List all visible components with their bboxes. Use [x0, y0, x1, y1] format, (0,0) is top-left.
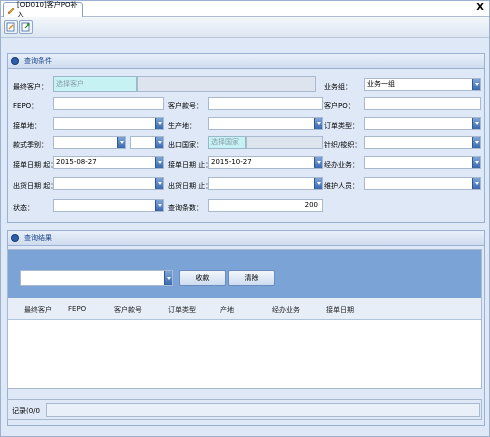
handler-label: 经办业务：: [324, 161, 359, 169]
final-customer-input[interactable]: 选择客户: [53, 76, 137, 92]
query-panel: 查询条件 最终客户： 选择客户 业务组： 业务一组 FEPO： 客户款号： 客户…: [7, 53, 485, 223]
collect-button[interactable]: 收款: [179, 270, 226, 286]
customer-sku-label: 客户款号：: [168, 102, 203, 110]
query-panel-header: 查询条件: [8, 54, 484, 69]
chevron-down-icon[interactable]: [155, 137, 163, 148]
maintainer-select[interactable]: [364, 177, 481, 190]
result-panel-title: 查询结果: [24, 234, 52, 242]
clear-button[interactable]: 清除: [228, 270, 275, 286]
chevron-down-icon[interactable]: [472, 178, 480, 189]
status-select[interactable]: [53, 199, 164, 212]
business-group-value: 业务一组: [367, 80, 395, 88]
fepo-input[interactable]: [53, 97, 164, 110]
panel-bullet-icon: [11, 57, 19, 65]
style-type-select[interactable]: [53, 136, 126, 149]
column-header[interactable]: 客户款号: [114, 305, 142, 315]
export-icon[interactable]: [19, 20, 33, 34]
business-group-label: 业务组：: [324, 83, 352, 91]
order-date-from-value: 2015-08-27: [56, 158, 97, 166]
chevron-down-icon[interactable]: [155, 118, 163, 129]
business-group-select[interactable]: 业务一组: [364, 78, 481, 91]
ship-date-to-label: 出货日期 止：: [168, 182, 213, 190]
order-place-label: 接单地：: [13, 122, 41, 130]
query-count-label: 查询条数：: [168, 204, 203, 212]
result-grid: 收款 清除 最终客户 FEPO 客户款号 订单类型 产地 经办业务 接单日期: [7, 249, 482, 389]
chevron-down-icon[interactable]: [155, 200, 163, 211]
column-header[interactable]: FEPO: [68, 305, 86, 313]
order-type-select[interactable]: [364, 117, 481, 130]
query-count-input[interactable]: 200: [208, 199, 323, 212]
order-date-from-label: 接单日期 起：: [13, 161, 58, 169]
order-date-from-input[interactable]: 2015-08-27: [53, 156, 164, 169]
order-type-label: 订单类型：: [324, 122, 359, 130]
chevron-down-icon[interactable]: [472, 137, 480, 148]
export-country-input[interactable]: 选择国家: [208, 136, 246, 149]
column-header[interactable]: 经办业务: [272, 305, 300, 315]
chevron-down-icon[interactable]: [472, 118, 480, 129]
chevron-down-icon[interactable]: [472, 157, 480, 168]
customer-po-label: 客户PO：: [324, 102, 355, 110]
export-country-display: [246, 136, 323, 149]
column-header[interactable]: 最终客户: [24, 305, 52, 315]
ship-date-to-input[interactable]: [208, 177, 323, 190]
order-place-select[interactable]: [53, 117, 164, 130]
column-header[interactable]: 产地: [220, 305, 234, 315]
style-type-label: 款式季别：: [13, 141, 48, 149]
chevron-down-icon[interactable]: [117, 137, 125, 148]
calendar-dropdown-icon[interactable]: [155, 157, 163, 168]
tab-bar: [OD010]客户PO补入 X: [1, 1, 489, 19]
horizontal-scrollbar[interactable]: [46, 403, 480, 417]
toolbar: [1, 17, 489, 38]
order-date-to-input[interactable]: 2015-10-27: [208, 156, 323, 169]
customer-sku-input[interactable]: [208, 97, 323, 110]
export-country-label: 出口国家：: [168, 141, 203, 149]
chevron-down-icon[interactable]: [164, 271, 172, 285]
customer-po-input[interactable]: [364, 97, 481, 110]
maintainer-label: 维护人员：: [324, 182, 359, 190]
knit-woven-label: 针织/梭织：: [324, 141, 362, 149]
production-place-label: 生产地：: [168, 122, 196, 130]
column-header[interactable]: 接单日期: [326, 305, 354, 315]
order-date-to-value: 2015-10-27: [211, 158, 252, 166]
grid-search-bar: 收款 清除: [8, 250, 481, 298]
window: [OD010]客户PO补入 X 查询条件 最终客户： 选择客户 业务组： 业务一…: [0, 0, 490, 437]
status-label: 状态：: [13, 204, 34, 212]
ship-date-from-label: 出货日期 起：: [13, 182, 58, 190]
chevron-down-icon[interactable]: [472, 79, 480, 90]
final-customer-label: 最终客户：: [13, 83, 48, 91]
grid-footer: 记录(0/0: [7, 399, 482, 420]
panel-bullet-icon: [11, 234, 19, 242]
production-place-select[interactable]: [208, 117, 323, 130]
tab-od010[interactable]: [OD010]客户PO补入: [3, 1, 83, 19]
edit-icon[interactable]: [4, 20, 18, 34]
calendar-dropdown-icon[interactable]: [314, 178, 322, 189]
calendar-dropdown-icon[interactable]: [155, 178, 163, 189]
document-icon: [7, 6, 15, 15]
ship-date-from-input[interactable]: [53, 177, 164, 190]
style-season-select[interactable]: [130, 136, 164, 149]
grid-filter-select[interactable]: [20, 270, 173, 286]
calendar-dropdown-icon[interactable]: [314, 157, 322, 168]
order-date-to-label: 接单日期 止：: [168, 161, 213, 169]
grid-header: 最终客户 FEPO 客户款号 订单类型 产地 经办业务 接单日期: [8, 298, 481, 320]
result-panel-header: 查询结果: [8, 231, 484, 246]
column-header[interactable]: 订单类型: [168, 305, 196, 315]
query-panel-title: 查询条件: [24, 57, 52, 65]
chevron-down-icon[interactable]: [314, 118, 322, 129]
fepo-label: FEPO：: [13, 102, 39, 110]
knit-woven-select[interactable]: [364, 136, 481, 149]
close-icon[interactable]: X: [476, 2, 484, 13]
handler-select[interactable]: [364, 156, 481, 169]
final-customer-display: [137, 76, 316, 92]
record-count: 记录(0/0: [12, 407, 40, 415]
